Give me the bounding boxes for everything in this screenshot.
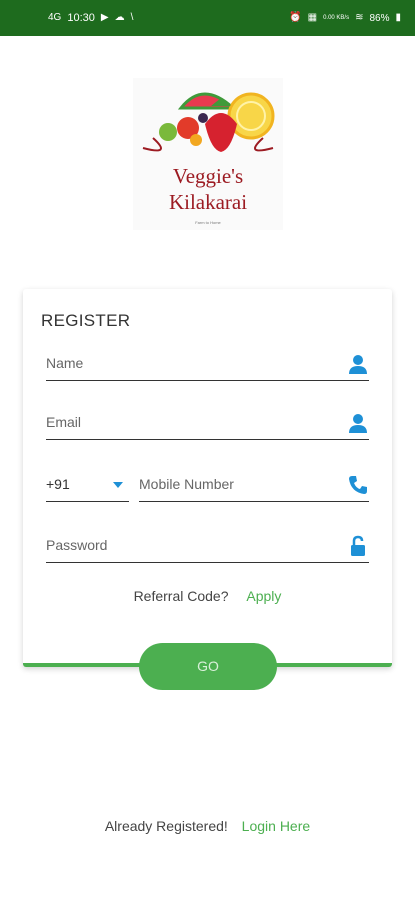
slash-icon: \ <box>130 12 134 23</box>
email-input[interactable]: Email <box>46 414 81 430</box>
name-input[interactable]: Name <box>46 355 83 371</box>
logo-title-line1: Veggie's <box>172 164 244 188</box>
wifi-icon: ≋ <box>355 12 364 23</box>
alarm-icon: ⏰ <box>289 12 302 23</box>
country-code-value: +91 <box>46 476 70 492</box>
status-bar: 4G 10:30 ▶ ☁ \ ⏰ ▦ 0.00 KB/s ≋ 86% ▮ <box>0 0 415 36</box>
login-prompt: Already Registered! Login Here <box>0 818 415 834</box>
apply-referral-link[interactable]: Apply <box>246 588 281 604</box>
already-registered-label: Already Registered! <box>104 818 228 834</box>
app-logo: Veggie's Kilakarai Farm to Home <box>133 78 283 230</box>
battery-level: 86% <box>369 12 390 24</box>
password-input[interactable]: Password <box>46 537 107 553</box>
volte-icon: ▦ <box>307 12 318 23</box>
network-indicator: 4G <box>48 12 62 23</box>
register-title: REGISTER <box>41 311 131 330</box>
mobile-input[interactable]: Mobile Number <box>139 476 234 492</box>
person-icon <box>349 414 367 433</box>
referral-label: Referral Code? <box>133 588 229 604</box>
referral-row: Referral Code? Apply <box>23 588 392 604</box>
email-field[interactable]: Email <box>46 406 369 440</box>
fruit-illustration <box>142 92 275 152</box>
battery-icon: ▮ <box>395 12 401 23</box>
chevron-down-icon <box>113 482 123 488</box>
country-code-select[interactable]: +91 <box>46 468 129 502</box>
register-card: REGISTER Name Email +91 Mobile Number Pa… <box>23 289 392 667</box>
unlock-icon <box>351 535 365 556</box>
mobile-field[interactable]: Mobile Number <box>139 468 369 502</box>
login-here-link[interactable]: Login Here <box>242 818 311 834</box>
name-field[interactable]: Name <box>46 347 369 381</box>
go-button[interactable]: GO <box>139 643 277 690</box>
status-time: 10:30 <box>67 12 95 24</box>
phone-icon <box>349 476 367 494</box>
logo-tagline: Farm to Home <box>195 220 221 225</box>
logo-title-line2: Kilakarai <box>168 190 248 214</box>
person-icon <box>349 355 367 374</box>
data-speed: 0.00 KB/s <box>323 15 350 21</box>
password-field[interactable]: Password <box>46 529 369 563</box>
youtube-icon: ▶ <box>100 12 109 23</box>
cloud-icon: ☁ <box>114 12 125 23</box>
